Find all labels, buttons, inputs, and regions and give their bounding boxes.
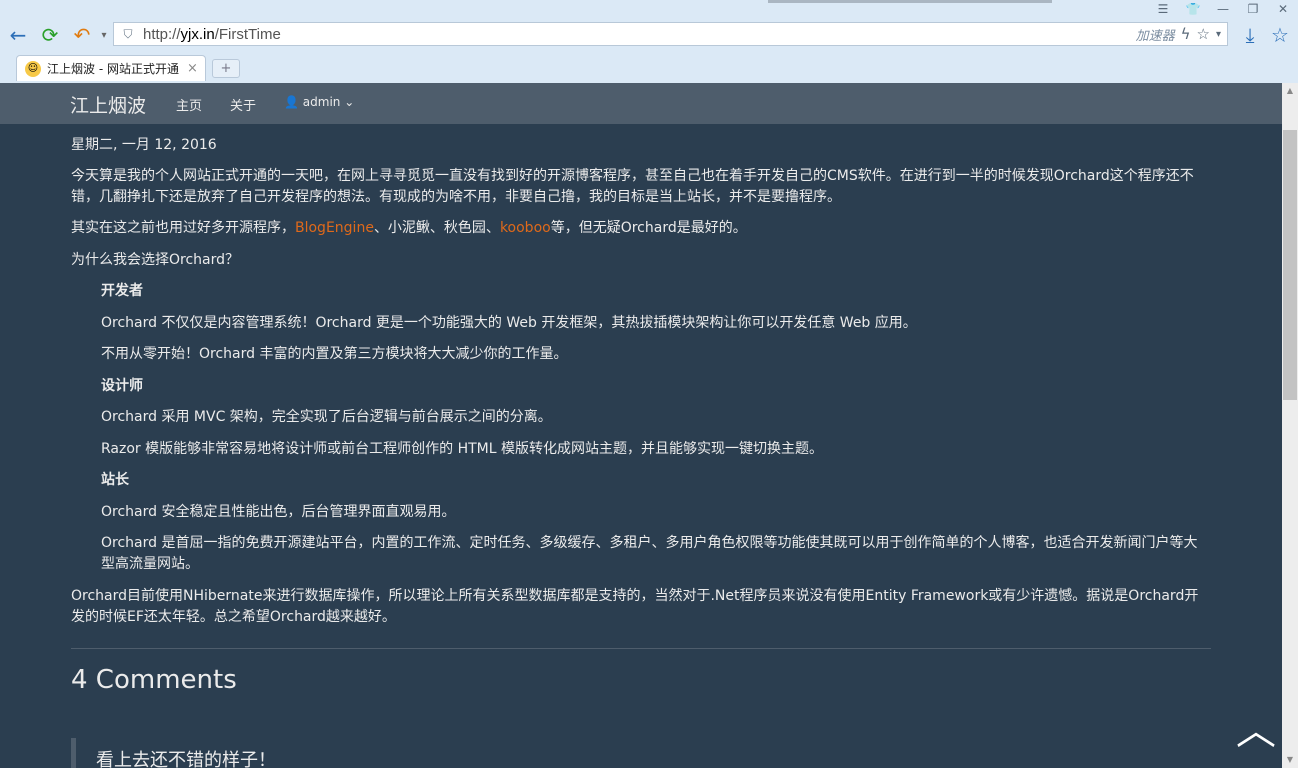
post-content: 星期二, 一月 12, 2016 今天算是我的个人网站正式开通的一天吧，在网上寻… [71,124,1211,768]
tab-active[interactable]: ☺ 江上烟波 - 网站正式开通 × [16,55,206,81]
menu-icon[interactable]: ☰ [1148,0,1178,18]
address-bar[interactable]: ⛉ http://yjx.in/FirstTime 加速器 ϟ ☆ ▾ [113,22,1228,46]
developer-point-1: Orchard 不仅仅是内容管理系统！Orchard 更是一个功能强大的 Web… [101,315,917,331]
favorites-icon[interactable]: ☆ [1268,23,1292,47]
back-to-top-icon[interactable]: ︿ [1236,711,1276,751]
divider [71,648,1211,649]
site-brand[interactable]: 江上烟波 [70,91,146,118]
restore-icon[interactable]: ❐ [1238,0,1268,18]
tab-strip: ☺ 江上烟波 - 网站正式开通 × + [0,55,1298,83]
nav-home[interactable]: 主页 [176,95,202,114]
comment-blockquote: 看上去还不错的样子！ [71,738,1211,768]
paragraph-why: 为什么我会选择Orchard？ [71,252,240,268]
designer-point-1: Orchard 采用 MVC 架构，完全实现了后台逻辑与前台展示之间的分离。 [101,409,552,425]
paragraph-conclusion: Orchard目前使用NHibernate来进行数据库操作，所以理论上所有关系型… [71,588,1199,625]
paragraph-history: 其实在这之前也用过好多开源程序，BlogEngine、小泥鳅、秋色园、koobo… [71,220,747,236]
developer-point-2: 不用从零开始！Orchard 丰富的内置及第三方模块将大大减少你的工作量。 [101,346,568,362]
designer-point-2: Razor 模版能够非常容易地将设计师或前台工程师创作的 HTML 模版转化成网… [101,441,823,457]
post-date: 星期二, 一月 12, 2016 [71,137,217,153]
refresh-icon[interactable]: ⟳ [38,23,62,47]
favorite-star-icon[interactable]: ☆ [1197,25,1210,43]
webmaster-point-2: Orchard 是首屈一指的免费开源建站平台，内置的工作流、定时任务、多级缓存、… [101,535,1198,572]
window-controls: ☰ 👕 — ❐ ✕ [1148,0,1298,18]
comments-heading: 4 Comments [71,665,237,695]
scroll-thumb[interactable] [1283,130,1297,400]
close-window-icon[interactable]: ✕ [1268,0,1298,18]
new-tab-button[interactable]: + [212,59,240,78]
link-kooboo[interactable]: kooboo [500,220,551,236]
chevron-down-icon: ⌄ [344,95,355,109]
tab-title: 江上烟波 - 网站正式开通 [47,62,179,76]
heading-webmaster: 站长 [101,472,129,488]
paragraph-intro: 今天算是我的个人网站正式开通的一天吧，在网上寻寻觅觅一直没有找到好的开源博客程序… [71,168,1194,205]
skin-icon[interactable]: 👕 [1178,0,1208,18]
user-name: admin [302,95,341,109]
close-tab-icon[interactable]: × [187,61,198,76]
notification-strip [768,0,1052,3]
emoji-favicon-icon: ☺ [25,60,41,77]
heading-developer: 开发者 [101,283,143,299]
shield-icon: ⛉ [123,26,133,41]
accelerator-button[interactable]: 加速器 [1136,25,1175,44]
scroll-up-icon[interactable]: ▲ [1282,83,1298,99]
user-icon: 👤 [284,95,299,109]
lightning-icon[interactable]: ϟ [1181,25,1191,43]
minimize-icon[interactable]: — [1208,0,1238,18]
scroll-down-icon[interactable]: ▼ [1282,752,1298,768]
webmaster-point-1: Orchard 安全稳定且性能出色，后台管理界面直观易用。 [101,504,456,520]
user-menu[interactable]: 👤 admin ⌄ [284,95,354,109]
address-dropdown-icon[interactable]: ▾ [1216,29,1221,40]
undo-close-icon[interactable]: ↶ [70,23,94,47]
browser-toolbar: ← ⟳ ↶ ▾ ⛉ http://yjx.in/FirstTime 加速器 ϟ … [0,20,1298,50]
page-scrollbar[interactable]: ▲ ▼ [1282,83,1298,768]
url-text[interactable]: http://yjx.in/FirstTime [143,26,281,43]
download-icon[interactable]: ⤓ [1238,23,1262,47]
back-icon[interactable]: ← [6,23,30,47]
link-blogengine[interactable]: BlogEngine [295,220,374,236]
site-navbar: 江上烟波 主页 关于 👤 admin ⌄ [0,83,1282,124]
heading-designer: 设计师 [101,378,143,394]
browser-chrome: ☰ 👕 — ❐ ✕ ← ⟳ ↶ ▾ ⛉ http://yjx.in/FirstT… [0,0,1298,83]
nav-about[interactable]: 关于 [230,95,256,114]
